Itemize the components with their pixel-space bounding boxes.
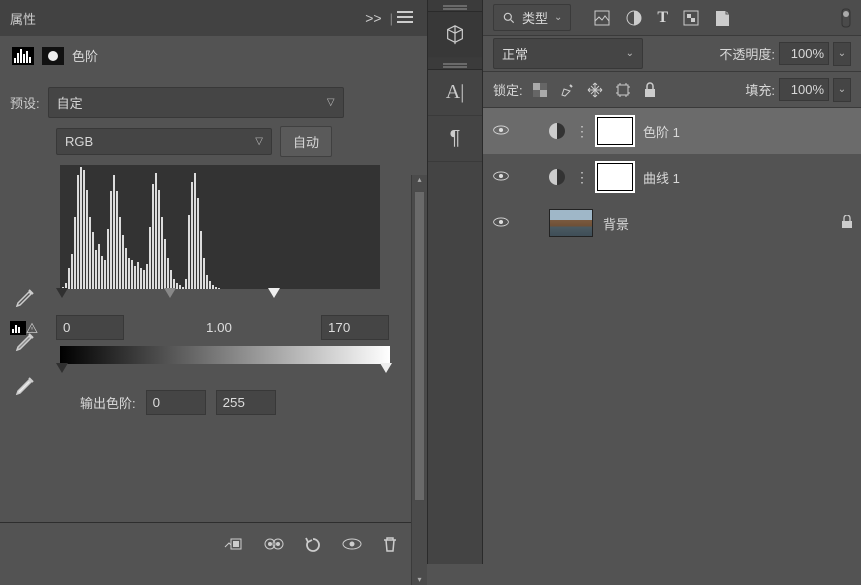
filter-type-icon[interactable]: T: [657, 9, 668, 27]
fill-dropdown[interactable]: ⌄: [833, 78, 851, 102]
dock-paragraph-icon[interactable]: ¶: [428, 116, 482, 162]
scroll-up-icon[interactable]: ▴: [412, 175, 427, 185]
blend-opacity-row: 正常 ⌄ 不透明度: 100% ⌄: [483, 36, 861, 72]
input-black-field[interactable]: [56, 315, 124, 340]
levels-icon: [12, 47, 34, 65]
eyedropper-black-icon[interactable]: [14, 285, 38, 309]
dock-character-icon[interactable]: A|: [428, 70, 482, 116]
chevron-down-icon: ⌄: [626, 48, 634, 59]
output-white-handle[interactable]: [380, 363, 392, 373]
output-black-handle[interactable]: [56, 363, 68, 373]
mask-thumbnail[interactable]: [597, 117, 633, 145]
filter-label: 类型: [522, 8, 548, 27]
panel-content: 预设: 自定 ▽ RGB ▽ 自动: [0, 75, 427, 522]
dock-grip[interactable]: [428, 0, 482, 12]
input-white-field[interactable]: [321, 315, 389, 340]
lock-icon: [841, 215, 853, 232]
layer-name[interactable]: 背景: [603, 214, 831, 233]
eyedropper-white-icon[interactable]: [14, 373, 38, 397]
adjustment-icon: [549, 123, 565, 139]
lock-transparency-icon[interactable]: [533, 83, 547, 97]
layer-name[interactable]: 色阶 1: [643, 122, 853, 141]
layers-filter-bar: 类型 ⌄ T: [483, 0, 861, 36]
dock-grip[interactable]: [428, 58, 482, 70]
visibility-icon[interactable]: [341, 535, 363, 553]
filter-shape-icon[interactable]: [682, 9, 700, 27]
blend-mode-value: 正常: [502, 44, 528, 63]
adjustment-name: 色阶: [72, 46, 98, 65]
preset-label: 预设:: [10, 93, 40, 112]
output-black-field[interactable]: [146, 390, 206, 415]
visibility-toggle[interactable]: [491, 169, 511, 186]
input-gamma-field[interactable]: [189, 316, 249, 339]
trash-icon[interactable]: [381, 535, 399, 553]
visibility-toggle[interactable]: [491, 215, 511, 232]
white-point-handle[interactable]: [268, 288, 280, 298]
mask-thumbnail[interactable]: [597, 163, 633, 191]
panel-menu-icon[interactable]: [393, 11, 417, 26]
blend-mode-select[interactable]: 正常 ⌄: [493, 38, 643, 69]
layer-row[interactable]: 背景: [483, 200, 861, 246]
layer-name[interactable]: 曲线 1: [643, 168, 853, 187]
output-label: 输出色阶:: [80, 393, 136, 412]
output-slider[interactable]: [60, 364, 390, 374]
clip-to-layer-icon[interactable]: [223, 535, 245, 553]
opacity-field[interactable]: 100%: [779, 42, 829, 65]
chevron-down-icon: ▽: [327, 97, 335, 108]
opacity-dropdown[interactable]: ⌄: [833, 42, 851, 66]
layers-list: ⋮ 色阶 1 ⋮ 曲线 1 背景: [483, 108, 861, 564]
filter-smartobject-icon[interactable]: [714, 9, 730, 27]
scrollbar[interactable]: ▴ ▾: [411, 175, 427, 585]
filter-adjustment-icon[interactable]: [625, 9, 643, 27]
mask-icon: [42, 47, 64, 65]
gray-point-handle[interactable]: [164, 288, 176, 298]
lock-paint-icon[interactable]: [559, 82, 575, 98]
search-icon: [502, 11, 516, 25]
filter-toggle-switch[interactable]: [841, 8, 851, 28]
eyedropper-gray-icon[interactable]: [14, 329, 38, 353]
lock-position-icon[interactable]: [587, 82, 603, 98]
filter-type-select[interactable]: 类型 ⌄: [493, 4, 571, 31]
chevron-down-icon: ▽: [255, 136, 263, 147]
preset-value: 自定: [57, 93, 83, 112]
link-icon[interactable]: ⋮: [575, 169, 587, 186]
reset-icon[interactable]: [303, 535, 323, 553]
fill-label: 填充:: [745, 80, 775, 99]
visibility-toggle[interactable]: [491, 123, 511, 140]
layer-thumbnail[interactable]: [549, 209, 593, 237]
lock-artboard-icon[interactable]: [615, 82, 631, 98]
fill-field[interactable]: 100%: [779, 78, 829, 101]
panel-footer: [0, 522, 427, 564]
lock-all-icon[interactable]: [643, 82, 657, 98]
scroll-down-icon[interactable]: ▾: [412, 575, 427, 585]
lock-fill-row: 锁定: 填充: 100% ⌄: [483, 72, 861, 108]
view-previous-icon[interactable]: [263, 535, 285, 553]
histogram: [60, 165, 380, 289]
output-white-field[interactable]: [216, 390, 276, 415]
black-point-handle[interactable]: [56, 288, 68, 298]
layers-panel: 类型 ⌄ T 正常 ⌄ 不透明度: 100% ⌄ 锁定:: [483, 0, 861, 564]
chevron-down-icon: ⌄: [554, 12, 562, 23]
panel-title: 属性: [10, 9, 365, 28]
dock-3d-icon[interactable]: [428, 12, 482, 58]
input-slider[interactable]: [60, 289, 380, 299]
output-gradient: [60, 346, 390, 364]
opacity-label: 不透明度:: [719, 44, 775, 63]
filter-pixel-icon[interactable]: [593, 9, 611, 27]
layer-row[interactable]: ⋮ 曲线 1: [483, 154, 861, 200]
link-icon[interactable]: ⋮: [575, 123, 587, 140]
adjustment-header: 色阶: [0, 36, 427, 75]
layer-row[interactable]: ⋮ 色阶 1: [483, 108, 861, 154]
dock-strip: A| ¶: [427, 0, 483, 564]
adjustment-icon: [549, 169, 565, 185]
auto-button[interactable]: 自动: [280, 126, 332, 157]
collapse-button[interactable]: >>: [365, 10, 381, 26]
panel-header: 属性 >> |: [0, 0, 427, 36]
lock-label: 锁定:: [493, 80, 523, 99]
preset-select[interactable]: 自定 ▽: [48, 87, 344, 118]
channel-value: RGB: [65, 134, 93, 149]
scroll-thumb[interactable]: [414, 191, 425, 501]
properties-panel: 属性 >> | 色阶 预设: 自定 ▽ RGB ▽ 自动: [0, 0, 427, 564]
channel-select[interactable]: RGB ▽: [56, 128, 272, 155]
